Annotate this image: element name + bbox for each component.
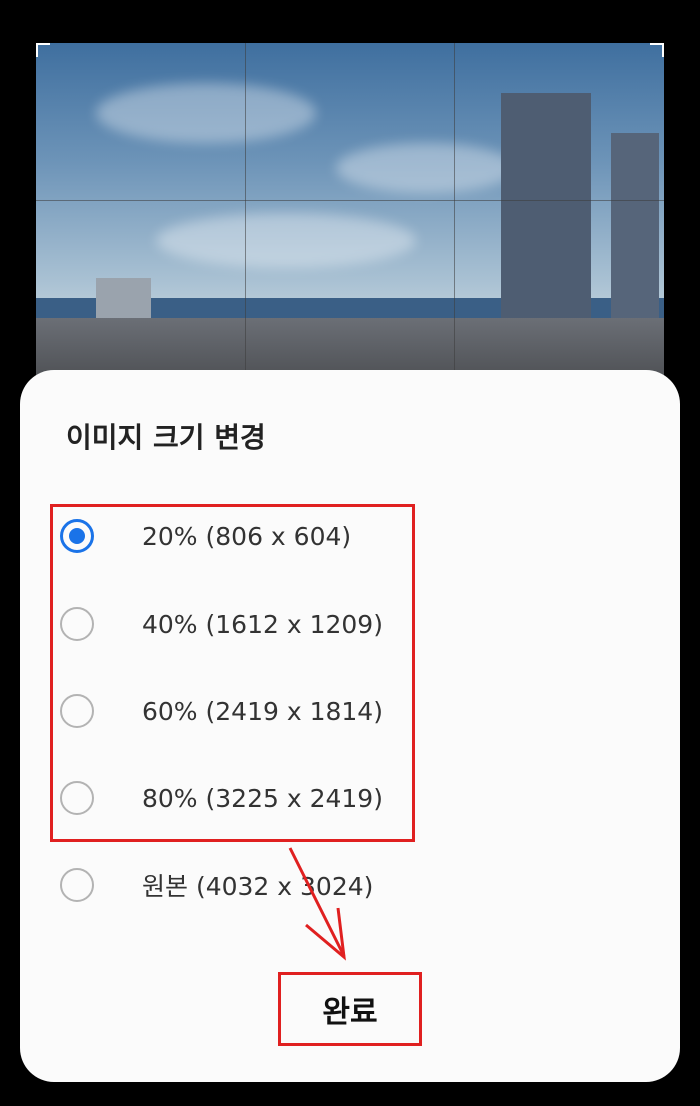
option-original[interactable]: 원본 (4032 x 3024) bbox=[60, 855, 620, 915]
annotation-highlight-box bbox=[50, 504, 415, 842]
resize-dialog: 이미지 크기 변경 20% (806 x 604) 40% (1612 x 12… bbox=[20, 370, 680, 1082]
option-label: 원본 (4032 x 3024) bbox=[142, 872, 374, 901]
dialog-title: 이미지 크기 변경 bbox=[66, 421, 266, 454]
radio-button[interactable] bbox=[60, 868, 94, 902]
image-preview bbox=[36, 43, 664, 383]
done-button[interactable]: 완료 bbox=[278, 972, 422, 1046]
